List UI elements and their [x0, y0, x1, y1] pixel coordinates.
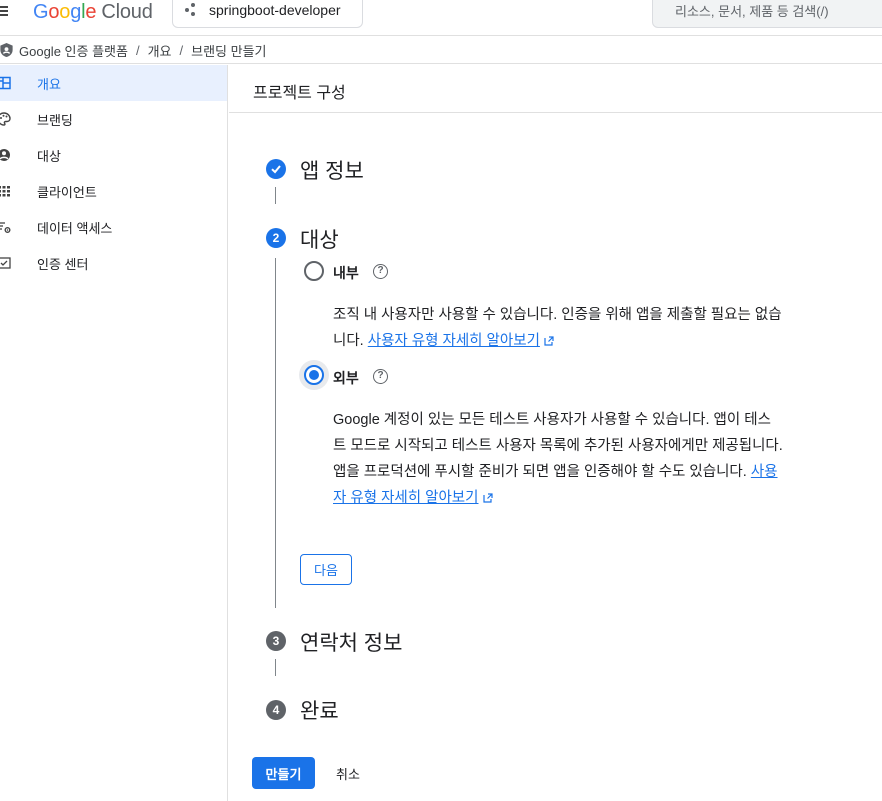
cancel-button[interactable]: 취소 [324, 757, 372, 789]
step-number-badge: 3 [266, 631, 286, 651]
external-description-text: Google 계정이 있는 모든 테스트 사용자가 사용할 수 있습니다. 앱이… [333, 412, 783, 480]
sidebar-item-branding[interactable]: 브랜딩 [0, 101, 227, 137]
top-bar: Google Cloud springboot-developer 리소스, 문서… [0, 0, 882, 36]
radio-label-internal[interactable]: 내부 [333, 263, 359, 283]
step-number-badge: 2 [266, 228, 286, 248]
radio-internal[interactable] [304, 261, 324, 281]
main-header: 프로젝트 구성 [229, 65, 882, 113]
sidebar-item-label: 클라이언트 [37, 184, 97, 200]
user-type-learn-more-link[interactable]: 사용자 유형 자세히 알아보기 [368, 333, 540, 349]
step-title-app-info[interactable]: 앱 정보 [300, 155, 364, 185]
create-button[interactable]: 만들기 [252, 757, 315, 789]
project-icon [185, 3, 199, 17]
radio-external[interactable] [304, 365, 324, 385]
radio-label-external[interactable]: 외부 [333, 368, 359, 388]
logo-google: Google [33, 1, 97, 23]
palette-icon [0, 112, 11, 126]
help-icon[interactable]: ? [373, 369, 388, 384]
breadcrumb: Google 인증 플랫폼 / 개요 / 브랜딩 만들기 [0, 37, 882, 64]
step-title-finish[interactable]: 완료 [300, 695, 339, 725]
sidebar-item-label: 데이터 액세스 [37, 220, 113, 236]
shield-icon [0, 43, 13, 57]
external-link-icon [482, 493, 493, 503]
dashboard-icon [0, 76, 11, 90]
help-icon[interactable]: ? [373, 264, 388, 279]
sidebar-item-label: 인증 센터 [37, 256, 89, 272]
verified-icon [0, 257, 11, 269]
breadcrumb-separator: / [135, 42, 140, 58]
sidebar-item-audience[interactable]: 대상 [0, 137, 227, 173]
step-title-contact-info[interactable]: 연락처 정보 [300, 627, 402, 657]
search-placeholder: 리소스, 문서, 제품 등 검색(/) [675, 3, 829, 19]
sidebar-item-verification-center[interactable]: 인증 센터 [0, 245, 227, 281]
grid-icon [0, 186, 10, 197]
google-cloud-logo[interactable]: Google Cloud [33, 0, 153, 24]
breadcrumb-separator: / [179, 42, 184, 58]
step-complete-icon [266, 159, 286, 179]
sidebar-item-overview[interactable]: 개요 [0, 65, 227, 101]
project-picker[interactable]: springboot-developer [172, 0, 363, 28]
project-name: springboot-developer [209, 2, 341, 18]
breadcrumb-item-overview[interactable]: 개요 [148, 41, 172, 60]
sidebar-item-label: 개요 [37, 76, 61, 92]
sidebar-item-data-access[interactable]: 데이터 액세스 [0, 209, 227, 245]
page-title: 프로젝트 구성 [253, 85, 346, 102]
sidebar: 개요 브랜딩 대상 클라이언트 데이터 액세스 인증 센터 [0, 65, 228, 801]
sidebar-item-clients[interactable]: 클라이언트 [0, 173, 227, 209]
next-button[interactable]: 다음 [300, 554, 352, 585]
search-input[interactable]: 리소스, 문서, 제품 등 검색(/) [652, 0, 882, 28]
sidebar-item-label: 대상 [37, 148, 61, 164]
step-number-badge: 4 [266, 700, 286, 720]
logo-cloud: Cloud [101, 1, 153, 23]
sidebar-item-label: 브랜딩 [37, 112, 73, 128]
breadcrumb-item-platform[interactable]: Google 인증 플랫폼 [19, 41, 128, 60]
step-connector [275, 258, 276, 608]
breadcrumb-item-branding: 브랜딩 만들기 [191, 43, 267, 59]
external-link-icon [544, 336, 554, 346]
step-title-audience[interactable]: 대상 [300, 224, 339, 254]
menu-icon[interactable] [0, 4, 12, 18]
step-connector [275, 187, 276, 204]
person-icon [0, 149, 10, 161]
step-connector [275, 659, 276, 676]
internal-description: 조직 내 사용자만 사용할 수 있습니다. 인증을 위해 앱을 제출할 필요는 … [333, 302, 783, 354]
external-description: Google 계정이 있는 모든 테스트 사용자가 사용할 수 있습니다. 앱이… [333, 407, 783, 511]
data-settings-icon [0, 222, 11, 233]
